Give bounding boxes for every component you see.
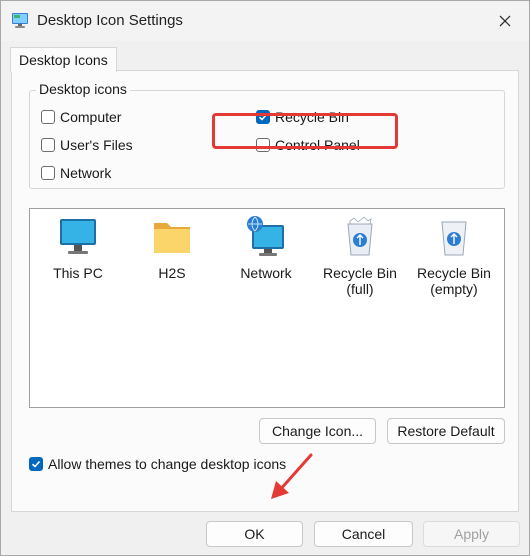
allow-themes-checkbox[interactable]: Allow themes to change desktop icons	[29, 456, 286, 472]
checkbox-box-checked[interactable]	[29, 457, 43, 471]
monitor-icon	[60, 219, 96, 254]
checkmark-icon	[31, 460, 41, 468]
dialog-window: Desktop Icon Settings Desktop Icons Desk…	[0, 0, 530, 556]
checkbox-label: Network	[60, 165, 112, 181]
checkbox-label: User's Files	[60, 137, 133, 153]
restore-default-button[interactable]: Restore Default	[387, 418, 505, 444]
checkbox-label: Allow themes to change desktop icons	[48, 456, 287, 472]
group-legend: Desktop icons	[36, 81, 130, 97]
icon-item-label: Recycle Bin (empty)	[417, 265, 491, 297]
icon-item-this-pc[interactable]: This PC	[36, 215, 120, 281]
icon-item-network[interactable]: Network	[224, 215, 308, 281]
tab-desktop-icons[interactable]: Desktop Icons	[10, 47, 117, 72]
folder-icon	[154, 223, 190, 253]
cancel-button[interactable]: Cancel	[314, 521, 413, 547]
checkbox-label: Computer	[60, 109, 122, 125]
network-globe-icon	[247, 216, 284, 256]
recycle-bin-empty-icon	[441, 221, 467, 256]
title-bar[interactable]: Desktop Icon Settings	[1, 1, 529, 41]
checkbox-box[interactable]	[41, 110, 55, 124]
icon-item-label: This PC	[53, 265, 103, 281]
icon-item-recycle-bin-full[interactable]: Recycle Bin (full)	[318, 215, 402, 297]
tab-panel: Desktop icons Computer User's Files Netw…	[11, 70, 519, 512]
icon-item-h2s[interactable]: H2S	[130, 215, 214, 281]
desktop-icon-list[interactable]: This PC H2S Network Recycle Bin (full) R…	[29, 208, 505, 408]
icon-item-label: Network	[240, 265, 292, 281]
checkbox-box[interactable]	[41, 138, 55, 152]
recycle-bin-full-icon	[347, 216, 373, 256]
checkbox-box[interactable]	[41, 166, 55, 180]
icon-item-label: Recycle Bin (full)	[323, 265, 397, 297]
annotation-highlight-box	[212, 113, 398, 149]
change-icon-button[interactable]: Change Icon...	[259, 418, 376, 444]
network-checkbox[interactable]: Network	[41, 165, 111, 181]
computer-checkbox[interactable]: Computer	[41, 109, 121, 125]
window-title: Desktop Icon Settings	[37, 12, 183, 29]
annotation-arrow-icon	[271, 453, 313, 499]
close-icon[interactable]	[495, 11, 515, 31]
desktop-icons-group: Desktop icons Computer User's Files Netw…	[29, 81, 505, 189]
icon-item-label: H2S	[158, 265, 186, 281]
desktop-settings-icon	[12, 13, 28, 28]
apply-button[interactable]: Apply	[423, 521, 520, 547]
ok-button[interactable]: OK	[206, 521, 303, 547]
users-files-checkbox[interactable]: User's Files	[41, 137, 133, 153]
icon-item-recycle-bin-empty[interactable]: Recycle Bin (empty)	[412, 215, 496, 297]
